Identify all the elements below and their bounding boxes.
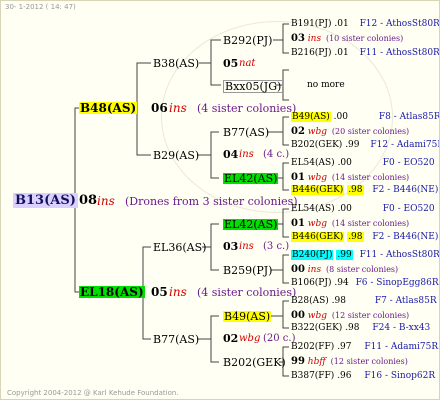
- root-drone-note: (Drones from 3 sister colonies): [125, 195, 298, 208]
- gen4-row-20: B202(FF) .97 F11 - Adami75R: [291, 342, 439, 352]
- gen4-row-22: B387(FF) .96 F16 - Sinop62R: [291, 371, 436, 381]
- queen-b446-upper[interactable]: B446(GEK): [291, 185, 345, 195]
- el18-mating: ins: [169, 285, 187, 299]
- queen-b48[interactable]: B48(AS): [79, 102, 138, 114]
- gen4-row-5: B49(AS) .00 F8 - Atlas85R: [291, 112, 440, 122]
- gen4-row-2: 03 ins (10 sister colonies): [291, 33, 404, 44]
- timestamp: 30- 1-2012 ( 14: 47): [5, 3, 76, 11]
- queen-b38[interactable]: B38(AS): [153, 58, 199, 69]
- el36-colonies: (3 c.): [263, 241, 290, 252]
- queen-b77[interactable]: B77(AS): [153, 334, 199, 345]
- queen-b259[interactable]: B259(PJ): [223, 265, 272, 276]
- gen4-row-19: B322(GEK) .98 F24 - B-xx43: [291, 323, 431, 333]
- gen4-row-10: B446(GEK) .98 F2 - B446(NE): [291, 185, 439, 195]
- queen-b202-ff[interactable]: B202(FF): [291, 342, 334, 352]
- gen4-row-3: B216(PJ) .01 F11 - AthosSt80R: [291, 48, 440, 58]
- queen-b322[interactable]: B322(GEK): [291, 323, 342, 333]
- gen4-row-15: 00 ins (8 sister colonies): [291, 264, 399, 275]
- gen4-row-8: EL54(AS) .00 F0 - EO520: [291, 158, 435, 168]
- root-year: 08: [79, 193, 98, 208]
- queen-bxx05[interactable]: Bxx05(JG): [223, 80, 284, 93]
- gen4-row-21: 99 hbff (12 sister colonies): [291, 356, 408, 367]
- queen-b49[interactable]: B49(AS): [223, 311, 272, 322]
- queen-b216[interactable]: B216(PJ): [291, 48, 331, 58]
- b77-year: 02: [223, 332, 239, 345]
- gen4-row-12: 01 wbg (14 sister colonies): [291, 218, 410, 229]
- el18-colonies: (4 sister colonies): [197, 286, 297, 299]
- queen-b28[interactable]: B28(AS): [291, 296, 329, 306]
- queen-el36[interactable]: EL36(AS): [153, 242, 206, 253]
- root-mating: ins: [97, 194, 115, 208]
- el36-year: 03: [223, 240, 239, 253]
- el36-mating: ins: [239, 241, 254, 252]
- queen-b202-gek[interactable]: B202(GEK): [291, 140, 342, 150]
- gen4-row-9: 01 wbg (14 sister colonies): [291, 172, 410, 183]
- gen4-row-11: EL54(AS) .00 F0 - EO520: [291, 204, 435, 214]
- gen4-row-17: B28(AS) .98 F7 - Atlas85R: [291, 296, 437, 306]
- b38-mating: nat: [239, 58, 256, 69]
- queen-b191[interactable]: B191(PJ): [291, 19, 331, 29]
- queen-el54-lower[interactable]: EL54(AS): [291, 204, 335, 214]
- gen4-row-1: B191(PJ) .01 F12 - AthosSt80R: [291, 19, 440, 29]
- b38-year: 05: [223, 57, 239, 70]
- gen4-row-13: B446(GEK) .98 F2 - B446(NE): [291, 232, 439, 242]
- queen-b202[interactable]: B202(GEK): [223, 357, 286, 368]
- pedigree-chart: 30- 1-2012 ( 14: 47) B13(AS) 08 ins (Dro…: [0, 0, 440, 400]
- queen-b446-lower[interactable]: B446(GEK): [291, 232, 345, 242]
- b48-mating: ins: [169, 101, 187, 115]
- b48-colonies: (4 sister colonies): [197, 102, 297, 115]
- queen-el42-upper[interactable]: EL42(AS): [223, 173, 279, 184]
- queen-b106[interactable]: B106(PJ): [291, 278, 331, 288]
- queen-b240[interactable]: B240(PJ): [291, 250, 334, 260]
- gen4-row-18: 00 wbg (12 sister colonies): [291, 310, 410, 321]
- gen4-row-7: B202(GEK) .99 F12 - Adami75R: [291, 140, 440, 150]
- copyright-footer: Copyright 2004-2012 @ Karl Kehude Founda…: [7, 389, 179, 397]
- queen-el18[interactable]: EL18(AS): [79, 286, 145, 298]
- gen4-row-6: 02 wbg (20 sister colonies): [291, 126, 410, 137]
- queen-b49-g4[interactable]: B49(AS): [291, 112, 331, 122]
- queen-b387[interactable]: B387(FF): [291, 371, 334, 381]
- queen-b77-g3[interactable]: B77(AS): [223, 127, 269, 138]
- b29-colonies: (4 c.): [263, 149, 290, 160]
- queen-el42-lower[interactable]: EL42(AS): [223, 219, 279, 230]
- gen4-row-16: B106(PJ) .94 F6 - SinopEgg86R: [291, 278, 439, 288]
- b77-mating: wbg: [239, 333, 261, 344]
- b48-year: 06: [151, 101, 168, 115]
- el18-year: 05: [151, 285, 168, 299]
- gen4-row-14: B240(PJ) .99 F11 - AthosSt80R: [291, 250, 440, 260]
- root-queen[interactable]: B13(AS): [13, 193, 78, 208]
- no-more-label: no more: [307, 80, 345, 90]
- b29-year: 04: [223, 148, 239, 161]
- queen-b29[interactable]: B29(AS): [153, 150, 199, 161]
- queen-el54-upper[interactable]: EL54(AS): [291, 158, 335, 168]
- queen-b292[interactable]: B292(PJ): [223, 35, 272, 46]
- b29-mating: ins: [239, 149, 254, 160]
